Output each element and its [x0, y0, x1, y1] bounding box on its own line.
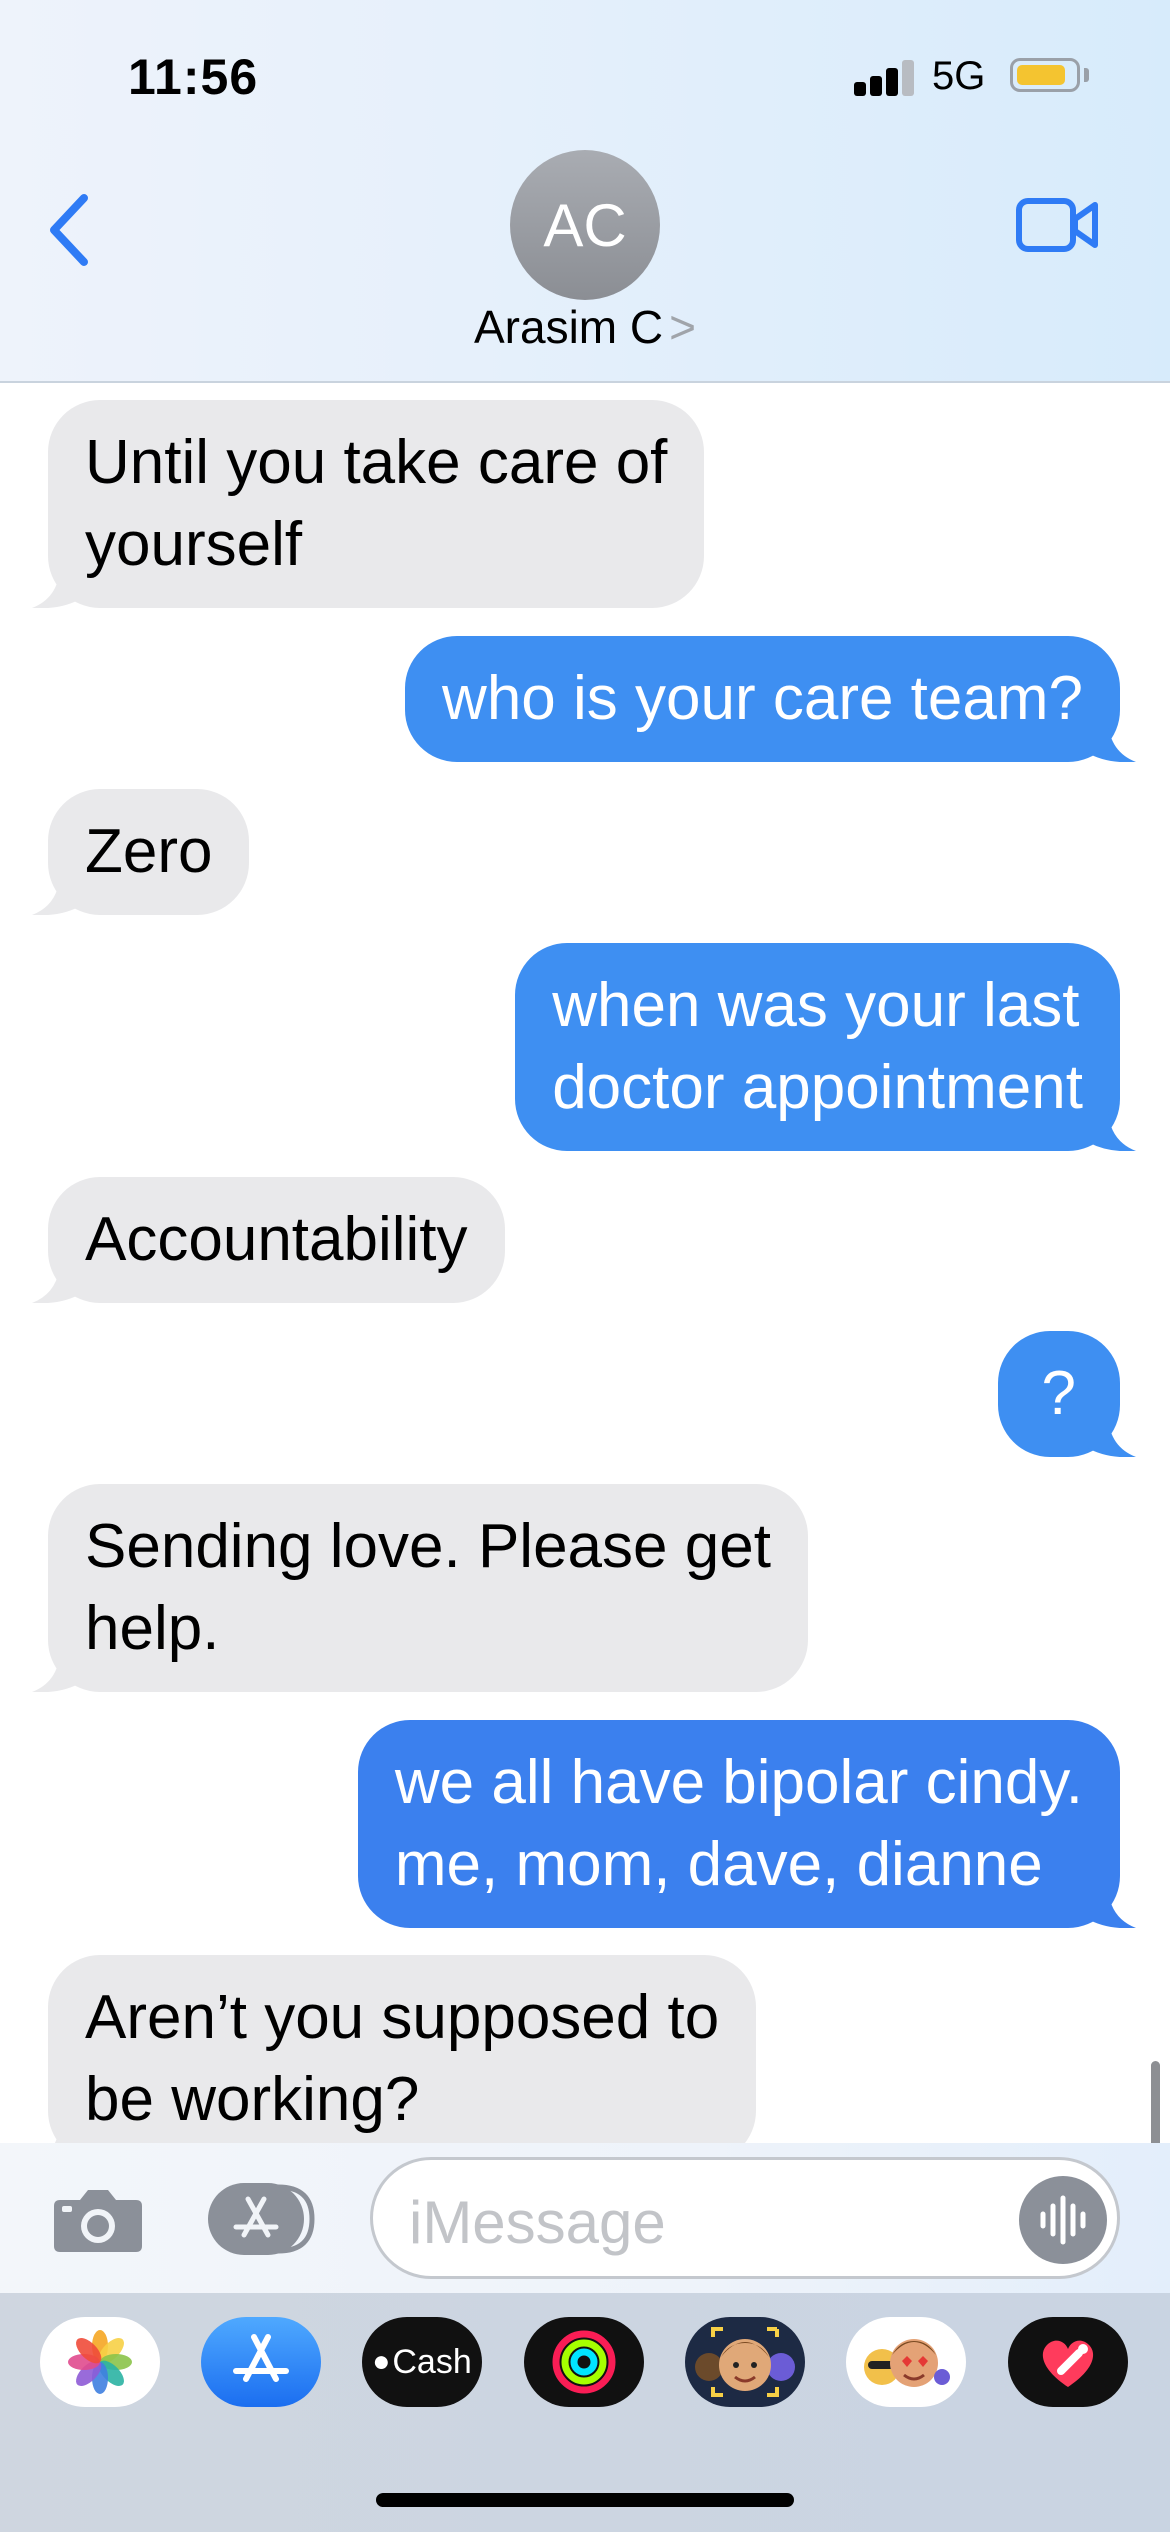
bubble-tail — [1086, 1888, 1136, 1928]
bubble-tail — [1086, 1417, 1136, 1457]
bubble-tail — [1086, 722, 1136, 762]
message-text: yourself — [85, 510, 303, 579]
message-text: Sending love. Please get — [85, 1512, 771, 1581]
contact-name-button[interactable]: Arasim C > — [0, 300, 1170, 354]
scroll-indicator[interactable] — [1151, 2061, 1160, 2143]
apple-logo-icon: ● — [372, 2345, 391, 2378]
cellular-signal-icon — [854, 60, 914, 96]
battery-icon — [1010, 58, 1080, 92]
photos-app-button[interactable] — [40, 2317, 160, 2407]
message-text: doctor appointment — [552, 1053, 1083, 1122]
message-incoming[interactable]: Aren’t you supposed to be working? — [48, 1955, 757, 2143]
avatar-initials: AC — [543, 191, 627, 259]
network-type: 5G — [932, 54, 986, 98]
message-text: me, mom, dave, dianne — [394, 1830, 1043, 1899]
battery-level — [1017, 65, 1065, 85]
activity-rings-icon — [552, 2330, 616, 2394]
message-text: Accountability — [85, 1205, 468, 1274]
video-camera-icon — [1016, 198, 1098, 252]
contact-name: Arasim C — [474, 301, 664, 353]
app-drawer: ● Cash — [0, 2293, 1170, 2532]
bubble-tail — [1086, 1111, 1136, 1151]
apple-cash-app-button[interactable]: ● Cash — [362, 2317, 482, 2407]
audio-message-button[interactable] — [1019, 2176, 1107, 2264]
cash-label: Cash — [392, 2342, 472, 2381]
message-incoming[interactable]: Zero — [32, 789, 250, 915]
conversation-header: 11:56 5G AC Arasim C > — [0, 0, 1170, 383]
back-button[interactable] — [46, 190, 96, 270]
message-text: Until you take care of — [85, 428, 668, 497]
message-thread[interactable]: Until you take care of yourself who is y… — [0, 383, 1170, 2143]
compose-bar: iMessage — [0, 2143, 1170, 2293]
camera-icon — [54, 2190, 142, 2252]
message-outgoing[interactable]: we all have bipolar cindy. me, mom, dave… — [357, 1720, 1136, 1928]
memoji-app-button[interactable] — [685, 2317, 805, 2407]
bubble-tail — [54, 2123, 82, 2143]
memoji-icon — [695, 2327, 795, 2397]
message-input[interactable]: iMessage — [370, 2157, 1120, 2279]
message-text: when was your last — [552, 971, 1080, 1040]
battery-tip — [1084, 68, 1089, 82]
message-text: help. — [85, 1594, 220, 1663]
photos-icon — [68, 2330, 132, 2394]
message-outgoing[interactable]: ? — [997, 1331, 1136, 1457]
bubble-tail — [32, 1652, 82, 1692]
digital-touch-heart-icon — [1042, 2340, 1094, 2387]
memoji-stickers-app-button[interactable] — [846, 2317, 966, 2407]
camera-button[interactable] — [52, 2186, 144, 2254]
message-outgoing[interactable]: when was your last doctor appointment — [515, 943, 1136, 1151]
bubble-tail — [32, 1263, 82, 1303]
message-text: we all have bipolar cindy. — [394, 1748, 1083, 1817]
app-store-app-button[interactable] — [201, 2317, 321, 2407]
message-text: Zero — [85, 817, 213, 886]
message-outgoing[interactable]: who is your care team? — [405, 636, 1136, 762]
digital-touch-app-button[interactable] — [1008, 2317, 1128, 2407]
audio-waveform-icon — [1040, 2195, 1086, 2245]
message-text: ? — [1041, 1359, 1076, 1428]
facetime-video-button[interactable] — [1015, 195, 1100, 255]
message-text: be working? — [85, 2065, 420, 2134]
status-time: 11:56 — [128, 49, 259, 105]
message-incoming[interactable]: Sending love. Please get help. — [32, 1484, 808, 1692]
chevron-right-icon: > — [669, 301, 696, 353]
message-text: who is your care team? — [442, 664, 1083, 733]
app-store-icon — [233, 2334, 289, 2382]
contact-avatar[interactable]: AC — [510, 150, 660, 300]
message-incoming[interactable]: Until you take care of yourself — [32, 400, 705, 608]
message-text: Aren’t you supposed to — [85, 1983, 720, 2052]
chevron-left-icon — [50, 194, 88, 266]
memoji-stickers-icon — [864, 2339, 950, 2387]
app-store-icon — [208, 2183, 315, 2255]
apps-button[interactable] — [208, 2183, 318, 2255]
message-incoming[interactable]: Accountability — [32, 1177, 505, 1303]
home-indicator[interactable] — [376, 2493, 794, 2507]
bubble-tail — [32, 875, 82, 915]
message-input-placeholder: iMessage — [409, 2189, 666, 2256]
activity-app-button[interactable] — [524, 2317, 644, 2407]
bubble-tail — [32, 568, 82, 608]
